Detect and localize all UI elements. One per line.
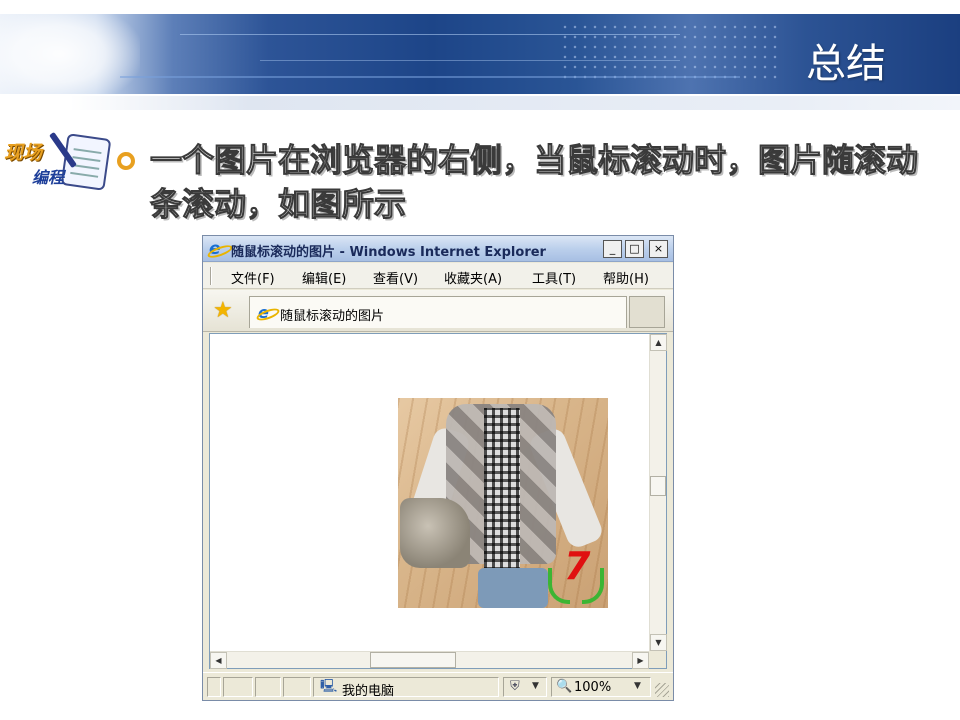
resize-grip[interactable] (655, 683, 669, 697)
favorites-star-icon[interactable]: ★ (213, 300, 235, 322)
menu-view[interactable]: 查看(V) (373, 268, 418, 287)
scroll-following-image: 7 (398, 398, 608, 608)
menu-file[interactable]: 文件(F) (231, 268, 275, 287)
menu-edit[interactable]: 编辑(E) (302, 268, 346, 287)
menu-help[interactable]: 帮助(H) (603, 268, 649, 287)
bullet-text: 一个图片在浏览器的右侧，当鼠标滚动时，图片随滚动条滚动，如图所示 (150, 141, 919, 224)
menu-tools[interactable]: 工具(T) (532, 268, 576, 287)
zoom-button[interactable]: 🔍 100% ▼ (551, 677, 651, 697)
ie-logo-icon: e (209, 241, 226, 258)
bullet-circle-icon (117, 152, 135, 170)
browser-window: e 随鼠标滚动的图片 - Windows Internet Explorer _… (202, 235, 674, 701)
shield-icon: ⛨ (510, 679, 520, 694)
vertical-scrollbar[interactable]: ▲ ▼ (649, 334, 667, 651)
status-cell (223, 677, 253, 697)
scroll-right-arrow-icon[interactable]: ▶ (632, 652, 649, 669)
header-underline (70, 96, 960, 110)
status-cell (283, 677, 311, 697)
horizontal-scrollbar[interactable]: ◀ ▶ (210, 651, 649, 669)
scroll-up-arrow-icon[interactable]: ▲ (650, 334, 667, 351)
logo-text-top: 现场 (4, 142, 43, 164)
minimize-button[interactable]: _ (603, 240, 622, 258)
menu-bar: 文件(F) 编辑(E) 查看(V) 收藏夹(A) 工具(T) 帮助(H) (203, 263, 673, 289)
slide-header: 总结 (0, 0, 960, 112)
security-zone[interactable]: 🖳 我的电脑 (313, 677, 499, 699)
my-computer-icon: 🖳 (320, 679, 338, 694)
chevron-down-icon: ▼ (634, 681, 641, 691)
onsite-programming-logo: 现场 编程 (4, 128, 112, 191)
vertical-scroll-thumb[interactable] (650, 476, 666, 496)
window-title: 随鼠标滚动的图片 - Windows Internet Explorer (231, 245, 546, 260)
tab-current[interactable]: e 随鼠标滚动的图片 (249, 296, 627, 328)
zone-label: 我的电脑 (342, 684, 395, 699)
ie-page-icon: e (258, 304, 275, 321)
menu-favorites[interactable]: 收藏夹(A) (444, 268, 502, 287)
zoom-value: 100% (574, 680, 612, 695)
status-cell (207, 677, 221, 697)
tab-label: 随鼠标滚动的图片 (280, 309, 385, 324)
protected-mode-button[interactable]: ⛨ ▼ (503, 677, 547, 697)
status-bar: 🖳 我的电脑 ⛨ ▼ 🔍 100% ▼ (203, 672, 673, 700)
title-bar[interactable]: e 随鼠标滚动的图片 - Windows Internet Explorer _… (203, 236, 673, 262)
slide-title: 总结 (806, 41, 886, 87)
toolbar-grip[interactable] (210, 267, 212, 285)
tab-bar: ★ e 随鼠标滚动的图片 (203, 290, 673, 332)
scroll-corner (649, 651, 666, 668)
close-button[interactable]: × (649, 240, 668, 258)
scroll-left-arrow-icon[interactable]: ◀ (210, 652, 227, 669)
new-tab-button[interactable] (629, 296, 665, 328)
scroll-down-arrow-icon[interactable]: ▼ (650, 634, 667, 651)
chevron-down-icon: ▼ (532, 681, 539, 691)
status-cell (255, 677, 281, 697)
jeans-image (478, 568, 548, 608)
maximize-button[interactable]: □ (625, 240, 644, 258)
horizontal-scroll-thumb[interactable] (370, 652, 456, 668)
handbag-image (400, 498, 470, 568)
zoom-magnifier-icon: 🔍 (556, 679, 573, 694)
logo-text-bottom: 编程 (32, 168, 65, 187)
page-viewport[interactable]: 7 ▲ ▼ ◀ ▶ (209, 333, 667, 669)
